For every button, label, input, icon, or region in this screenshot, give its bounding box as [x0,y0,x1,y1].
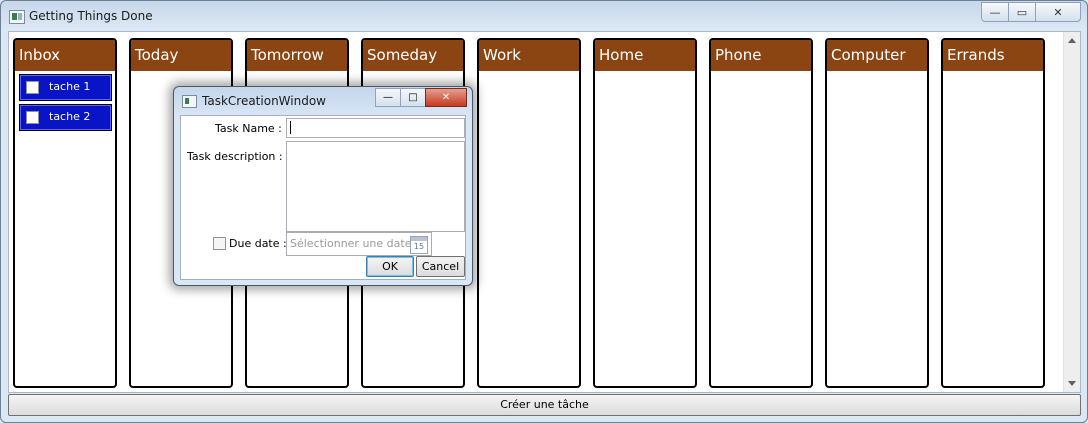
dialog-title: TaskCreationWindow [202,94,326,108]
due-date-checkbox[interactable] [213,237,226,250]
dialog-body: Task Name : Task description : Due date … [180,115,466,280]
scroll-down-icon[interactable] [1068,381,1076,386]
column-header: Phone [711,40,811,71]
app-icon [9,10,25,24]
column-header: Errands [943,40,1043,71]
column-errands: Errands [941,38,1045,388]
title-bar[interactable]: Getting Things Done — ▭ ✕ [1,1,1087,31]
task-item[interactable]: tache 2 [19,104,112,131]
minimize-button[interactable]: — [981,2,1009,22]
minimize-icon: — [989,5,1001,19]
close-button[interactable]: ✕ [1035,2,1081,22]
create-task-button[interactable]: Créer une tâche [8,394,1081,416]
date-placeholder: Sélectionner une date [290,237,412,250]
minimize-icon: — [383,92,393,103]
column-computer: Computer [825,38,929,388]
task-name-input[interactable] [286,118,465,138]
restore-icon: ▭ [1016,5,1028,19]
column-header: Work [479,40,579,71]
close-icon: ✕ [441,92,451,103]
column-header: Inbox [15,40,115,71]
dialog-maximize-button[interactable]: □ [400,88,426,107]
column-header: Someday [363,40,463,71]
close-icon: ✕ [1053,5,1063,19]
column-work: Work [477,38,581,388]
task-name-label: Task Name : [215,122,282,135]
dialog-minimize-button[interactable]: — [375,88,401,107]
task-checkbox[interactable] [26,81,39,94]
main-window: Getting Things Done — ▭ ✕ Inbox tache 1 ta… [0,0,1088,423]
column-home: Home [593,38,697,388]
task-label: tache 2 [49,110,91,123]
task-item[interactable]: tache 1 [19,74,112,101]
column-phone: Phone [709,38,813,388]
dialog-close-button[interactable]: ✕ [425,88,467,107]
column-header: Tomorrow [247,40,347,71]
window-title: Getting Things Done [29,9,153,23]
cancel-button[interactable]: Cancel [416,256,465,277]
due-date-label: Due date : [229,237,287,250]
ok-button[interactable]: OK [366,256,414,277]
scroll-up-icon[interactable] [1068,38,1076,43]
vertical-scrollbar[interactable] [1063,32,1080,392]
board-area: Inbox tache 1 tache 2 Today Tomorrow Someday W… [8,31,1081,393]
dialog-app-icon [182,95,197,108]
task-description-label: Task description : [187,150,283,163]
task-label: tache 1 [49,80,91,93]
column-header: Today [131,40,231,71]
task-creation-dialog: TaskCreationWindow — □ ✕ Task Name : Tas… [173,86,473,286]
task-checkbox[interactable] [26,111,39,124]
column-inbox: Inbox tache 1 tache 2 [13,38,117,388]
column-header: Home [595,40,695,71]
text-caret [290,121,291,134]
column-header: Computer [827,40,927,71]
calendar-icon[interactable]: 15 [410,236,428,254]
maximize-button[interactable]: ▭ [1008,2,1036,22]
task-description-input[interactable] [286,141,465,232]
maximize-icon: □ [408,92,418,103]
